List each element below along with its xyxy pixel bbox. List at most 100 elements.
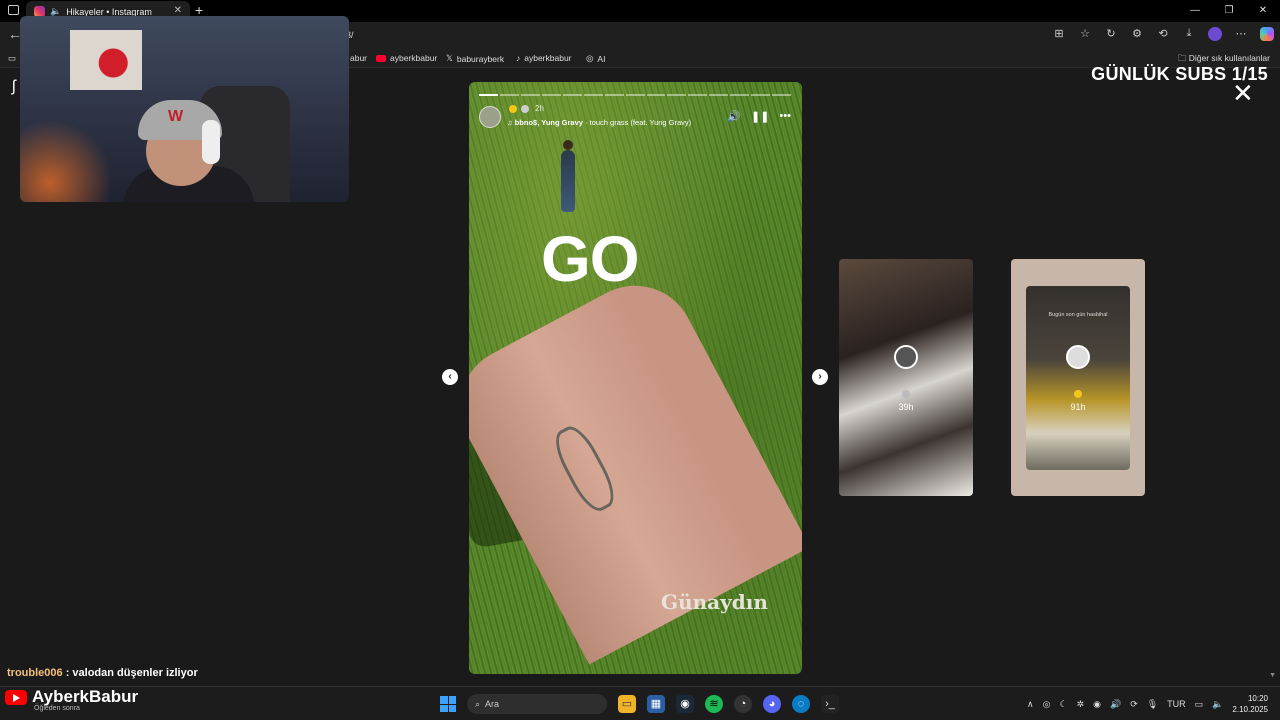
music-note-icon: ♫ bbox=[507, 118, 515, 127]
clock-date: 2.10.2025 bbox=[1232, 705, 1268, 714]
refresh-icon[interactable]: ↻ bbox=[1104, 27, 1118, 44]
story-preview-image: Bugün son gün hasbihal bbox=[1026, 286, 1130, 470]
story-progress-bar bbox=[479, 94, 792, 96]
bookmark-x-baburayberk[interactable]: 𝕏baburayberk bbox=[446, 53, 504, 64]
bookmark-youtube-ayberkbabur[interactable]: ayberkbabur bbox=[376, 53, 437, 63]
more-menu-icon[interactable]: ⋯ bbox=[1234, 27, 1248, 44]
bookmark-ai[interactable]: ◎ AI bbox=[586, 53, 605, 64]
search-icon: ⌕ bbox=[475, 698, 481, 709]
taskbar-search[interactable]: ⌕ Ara bbox=[467, 694, 607, 714]
scroll-down-arrow-icon[interactable]: ▼ bbox=[1269, 672, 1276, 679]
progress-segment bbox=[583, 94, 603, 96]
progress-segment bbox=[562, 94, 582, 96]
progress-segment bbox=[625, 94, 645, 96]
download-icon[interactable]: ⤓ bbox=[1182, 27, 1196, 44]
story-caption: Günaydın bbox=[661, 590, 768, 614]
bookmarks-toggle-icon[interactable]: ▭ bbox=[8, 53, 16, 64]
history-icon[interactable]: ⟲ bbox=[1156, 27, 1170, 44]
next-story-button[interactable]: › bbox=[812, 369, 828, 385]
restore-button[interactable]: ❐ bbox=[1212, 0, 1246, 22]
favorite-star-icon[interactable]: ☆ bbox=[1078, 27, 1092, 44]
steam-icon[interactable]: ◉ bbox=[676, 695, 694, 713]
close-window-button[interactable]: ✕ bbox=[1246, 0, 1280, 22]
story-avatar[interactable] bbox=[479, 106, 501, 128]
active-story[interactable]: GO Günaydın 2h ♫ bbno$, Yung Gravy · tou… bbox=[469, 82, 802, 674]
progress-segment bbox=[688, 94, 708, 96]
chat-username: trouble006 bbox=[7, 667, 63, 679]
microphone-icon[interactable]: 🎙 bbox=[1147, 699, 1158, 710]
gold-badge-icon bbox=[509, 105, 517, 113]
minimize-button[interactable]: — bbox=[1178, 0, 1212, 22]
x-icon: 𝕏 bbox=[446, 53, 453, 63]
dancing-figure-sticker bbox=[561, 140, 575, 212]
toolbar-icons: ⊞ ☆ ↻ ⚙ ⟲ ⤓ ⋯ bbox=[1052, 27, 1274, 44]
file-explorer-icon[interactable]: ▭ bbox=[618, 695, 636, 713]
windows-taskbar: ⌕ Ara ▭ ▦ ◉ ≋ ◔ ◕ ◌ ›_ ∧ ◎ ☾ ✲ ◉ 🔊 ⟳ 🎙 TU… bbox=[0, 686, 1280, 720]
chat-text: : valodan düşenler izliyor bbox=[62, 667, 198, 679]
copilot-icon[interactable] bbox=[1260, 27, 1274, 44]
start-button[interactable] bbox=[440, 696, 456, 712]
pause-icon[interactable]: ❚❚ bbox=[751, 110, 769, 123]
photos-app-icon[interactable]: ▦ bbox=[647, 695, 665, 713]
taskbar-apps: ⌕ Ara ▭ ▦ ◉ ≋ ◔ ◕ ◌ ›_ bbox=[440, 694, 839, 714]
tiktok-icon: ♪ bbox=[516, 53, 521, 63]
close-stories-icon[interactable]: ✕ bbox=[1232, 80, 1254, 106]
obs-icon[interactable]: ◔ bbox=[734, 695, 752, 713]
previous-story-button[interactable]: ‹ bbox=[442, 369, 458, 385]
bookmark-label: ayberkbabur bbox=[390, 53, 438, 63]
profile-icon[interactable] bbox=[1208, 27, 1222, 44]
tray-app-icon[interactable]: ✲ bbox=[1077, 699, 1085, 710]
edge-icon[interactable]: ◌ bbox=[792, 695, 810, 713]
clock-time: 10:20 bbox=[1247, 694, 1268, 703]
bookmark-tiktok-ayberkbabur[interactable]: ♪ ayberkbabur bbox=[516, 53, 572, 63]
bookmark-label: baburayberk bbox=[456, 53, 505, 64]
progress-segment bbox=[709, 94, 729, 96]
bookmark-abur[interactable]: abur bbox=[350, 53, 367, 63]
window-controls: — ❐ ✕ bbox=[1178, 0, 1280, 22]
display-icon[interactable]: ▭ bbox=[1195, 699, 1204, 710]
extensions-icon[interactable]: ⚙ bbox=[1130, 27, 1144, 44]
volume-icon[interactable]: 🔊 bbox=[727, 110, 741, 123]
language-indicator[interactable]: TUR bbox=[1167, 699, 1186, 709]
screen: 🔈 Hikayeler • Instagram ✕ + — ❐ ✕ ← 3/ ⊞… bbox=[0, 0, 1280, 720]
lamp-glow bbox=[20, 106, 120, 202]
close-tab-icon[interactable]: ✕ bbox=[174, 5, 182, 16]
tray-app-icon[interactable]: ☾ bbox=[1059, 699, 1067, 710]
story-preview-avatar bbox=[894, 345, 918, 369]
music-artist: bbno$, Yung Gravy bbox=[514, 118, 583, 127]
next-story-preview-1[interactable]: 39h bbox=[839, 259, 973, 496]
tray-app-icon[interactable]: ◎ bbox=[1043, 699, 1051, 710]
next-story-preview-2[interactable]: Bugün son gün hasbihal 91h bbox=[1011, 259, 1145, 496]
story-time-ago: 2h bbox=[535, 104, 544, 113]
tab-title: Hikayeler • Instagram bbox=[66, 6, 152, 17]
story-controls: 🔊 ❚❚ ••• bbox=[727, 110, 791, 123]
terminal-icon[interactable]: ›_ bbox=[821, 695, 839, 713]
speaker-icon[interactable]: 🔈 bbox=[1212, 699, 1223, 710]
tattoo-shape bbox=[547, 420, 622, 517]
bookmark-label: abur bbox=[350, 53, 368, 63]
youtube-icon bbox=[376, 54, 386, 62]
channel-name: AyberkBabur bbox=[32, 687, 139, 706]
progress-segment bbox=[751, 94, 771, 96]
search-placeholder: Ara bbox=[485, 699, 500, 709]
other-bookmarks-label: Diğer sık kullanılanlar bbox=[1188, 53, 1270, 63]
verified-icon bbox=[521, 105, 529, 113]
progress-segment bbox=[479, 94, 498, 96]
progress-segment bbox=[667, 94, 687, 96]
ai-icon: ◎ bbox=[586, 53, 594, 63]
discord-icon[interactable]: ◕ bbox=[763, 695, 781, 713]
tray-steam-icon[interactable]: ◉ bbox=[1093, 699, 1101, 710]
spotify-icon[interactable]: ≋ bbox=[705, 695, 723, 713]
tray-app-icon[interactable]: ⟳ bbox=[1130, 699, 1138, 710]
wall-art-image bbox=[70, 30, 142, 90]
story-music[interactable]: ♫ bbno$, Yung Gravy · touch grass (feat.… bbox=[507, 118, 691, 127]
tray-overflow-icon[interactable]: ∧ bbox=[1027, 699, 1034, 710]
tab-actions-icon[interactable] bbox=[8, 5, 19, 15]
clock[interactable]: 10:20 2.10.2025 bbox=[1232, 693, 1268, 715]
more-options-icon[interactable]: ••• bbox=[779, 110, 791, 123]
instagram-logo-icon[interactable]: ʃ bbox=[12, 78, 16, 96]
volume-tray-icon[interactable]: 🔊 bbox=[1110, 699, 1121, 710]
streamer-webcam bbox=[20, 16, 349, 202]
progress-segment bbox=[730, 94, 750, 96]
app-available-icon[interactable]: ⊞ bbox=[1052, 27, 1066, 44]
